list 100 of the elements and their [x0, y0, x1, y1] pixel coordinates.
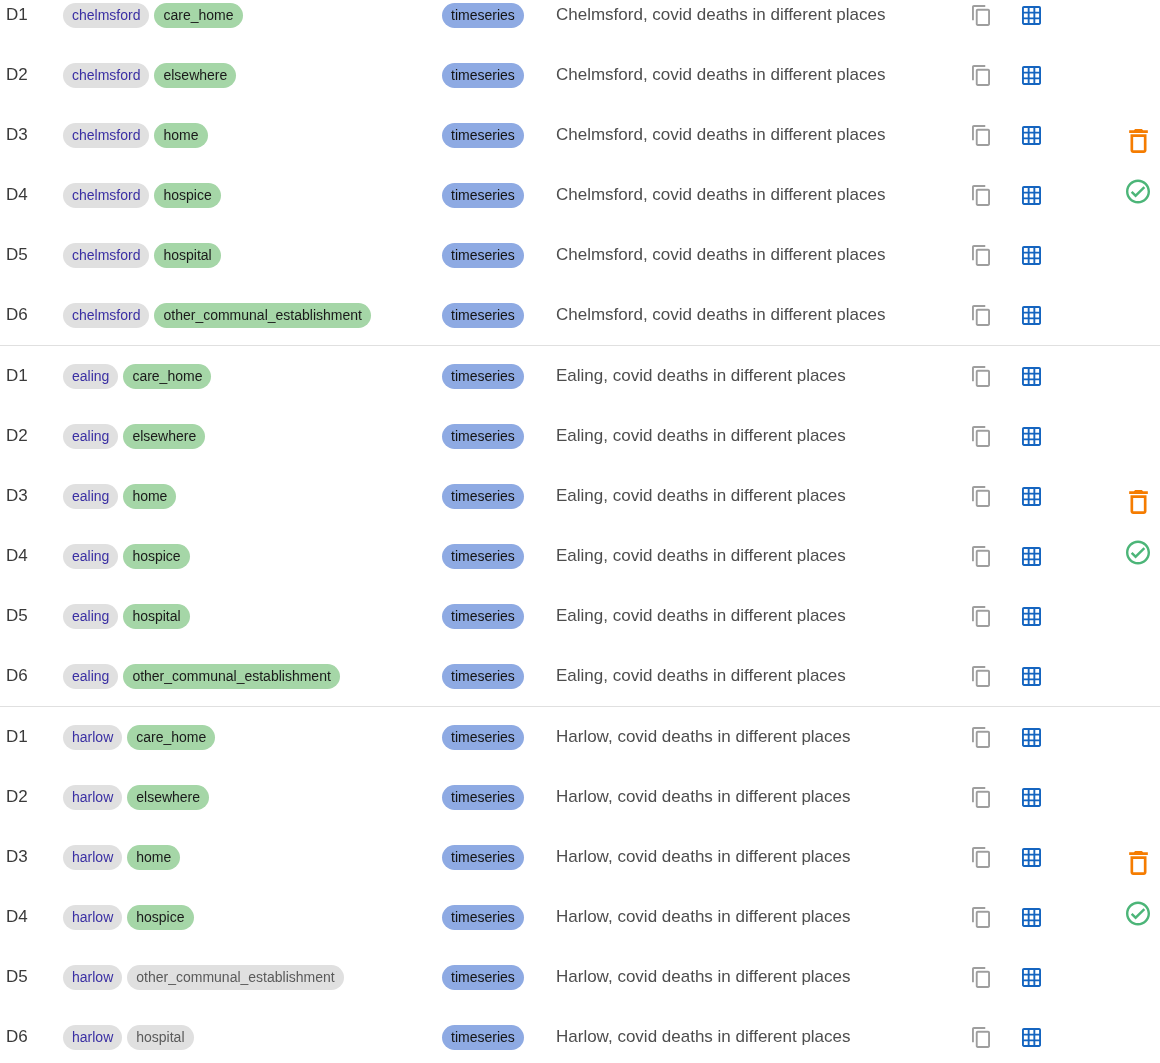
place-tag: hospice	[123, 543, 190, 569]
type-tag: timeseries	[442, 483, 524, 509]
copy-icon[interactable]	[972, 726, 990, 748]
dataset-title: Chelmsford, covid deaths in different places	[556, 245, 887, 265]
grid-icon[interactable]	[1022, 967, 1041, 987]
type-tag: timeseries	[442, 182, 524, 208]
row-id: D2	[6, 426, 28, 446]
copy-icon[interactable]	[972, 786, 990, 808]
area-tag: harlow	[63, 964, 123, 990]
place-tag: home	[154, 122, 208, 148]
grid-icon[interactable]	[1022, 787, 1041, 807]
row-id: D1	[6, 366, 28, 386]
place-tag: hospital	[154, 242, 221, 268]
copy-icon[interactable]	[972, 545, 990, 567]
place-tag: care_home	[127, 724, 216, 750]
grid-icon[interactable]	[1022, 185, 1041, 205]
row-id: D5	[6, 245, 28, 265]
copy-icon[interactable]	[972, 846, 990, 868]
type-tag: timeseries	[442, 423, 524, 449]
dataset-title: Harlow, covid deaths in different places	[556, 967, 852, 987]
place-tag: hospital	[123, 603, 190, 629]
grid-icon[interactable]	[1022, 426, 1041, 446]
place-tag: elsewhere	[127, 784, 210, 810]
copy-icon[interactable]	[972, 425, 990, 447]
place-tag: other_communal_establishment	[123, 663, 340, 689]
grid-icon[interactable]	[1022, 847, 1041, 867]
place-tag: home	[123, 483, 177, 509]
copy-icon[interactable]	[972, 665, 990, 687]
area-tag: chelmsford	[63, 182, 150, 208]
dataset-title: Harlow, covid deaths in different places	[556, 727, 852, 747]
place-tag: elsewhere	[154, 62, 237, 88]
dataset-title: Ealing, covid deaths in different places	[556, 666, 847, 686]
dataset-title: Chelmsford, covid deaths in different places	[556, 125, 887, 145]
dataset-title: Ealing, covid deaths in different places	[556, 606, 847, 626]
area-tag: chelmsford	[63, 2, 150, 28]
grid-icon[interactable]	[1022, 366, 1041, 386]
row-id: D5	[6, 967, 28, 987]
grid-icon[interactable]	[1022, 907, 1041, 927]
dataset-title: Harlow, covid deaths in different places	[556, 1027, 852, 1047]
dataset-title: Harlow, covid deaths in different places	[556, 907, 852, 927]
type-tag: timeseries	[442, 1024, 524, 1050]
row-id: D1	[6, 5, 28, 25]
area-tag: ealing	[63, 543, 119, 569]
row-id: D5	[6, 606, 28, 626]
area-tag: ealing	[63, 483, 119, 509]
row-id: D3	[6, 847, 28, 867]
row-id: D6	[6, 666, 28, 686]
copy-icon[interactable]	[972, 304, 990, 326]
type-tag: timeseries	[442, 603, 524, 629]
row-id: D2	[6, 65, 28, 85]
grid-icon[interactable]	[1022, 486, 1041, 506]
trash-icon[interactable]	[1128, 490, 1148, 514]
grid-icon[interactable]	[1022, 606, 1041, 626]
row-id: D6	[6, 1027, 28, 1047]
grid-icon[interactable]	[1022, 727, 1041, 747]
type-tag: timeseries	[442, 964, 524, 990]
grid-icon[interactable]	[1022, 5, 1041, 25]
copy-icon[interactable]	[972, 485, 990, 507]
trash-icon[interactable]	[1128, 851, 1148, 875]
area-tag: harlow	[63, 844, 123, 870]
grid-icon[interactable]	[1022, 245, 1041, 265]
grid-icon[interactable]	[1022, 546, 1041, 566]
grid-icon[interactable]	[1022, 1027, 1041, 1047]
area-tag: chelmsford	[63, 62, 150, 88]
place-tag: other_communal_establishment	[127, 964, 344, 990]
place-tag: care_home	[154, 2, 243, 28]
copy-icon[interactable]	[972, 966, 990, 988]
row-id: D6	[6, 305, 28, 325]
dataset-title: Ealing, covid deaths in different places	[556, 426, 847, 446]
type-tag: timeseries	[442, 904, 524, 930]
grid-icon[interactable]	[1022, 666, 1041, 686]
area-tag: ealing	[63, 663, 119, 689]
dataset-title: Chelmsford, covid deaths in different places	[556, 185, 887, 205]
copy-icon[interactable]	[972, 605, 990, 627]
area-tag: chelmsford	[63, 122, 150, 148]
row-id: D3	[6, 486, 28, 506]
place-tag: other_communal_establishment	[154, 302, 371, 328]
grid-icon[interactable]	[1022, 65, 1041, 85]
copy-icon[interactable]	[972, 1026, 990, 1048]
copy-icon[interactable]	[972, 64, 990, 86]
place-tag: elsewhere	[123, 423, 206, 449]
area-tag: harlow	[63, 724, 123, 750]
copy-icon[interactable]	[972, 906, 990, 928]
dataset-title: Harlow, covid deaths in different places	[556, 847, 852, 867]
trash-icon[interactable]	[1128, 129, 1148, 153]
row-id: D4	[6, 185, 28, 205]
place-tag: care_home	[123, 363, 212, 389]
area-tag: ealing	[63, 603, 119, 629]
copy-icon[interactable]	[972, 124, 990, 146]
copy-icon[interactable]	[972, 184, 990, 206]
dataset-title: Ealing, covid deaths in different places	[556, 366, 847, 386]
copy-icon[interactable]	[972, 244, 990, 266]
grid-icon[interactable]	[1022, 305, 1041, 325]
type-tag: timeseries	[442, 663, 524, 689]
copy-icon[interactable]	[972, 4, 990, 26]
row-id: D1	[6, 727, 28, 747]
place-tag: hospice	[154, 182, 221, 208]
type-tag: timeseries	[442, 2, 524, 28]
copy-icon[interactable]	[972, 365, 990, 387]
grid-icon[interactable]	[1022, 125, 1041, 145]
